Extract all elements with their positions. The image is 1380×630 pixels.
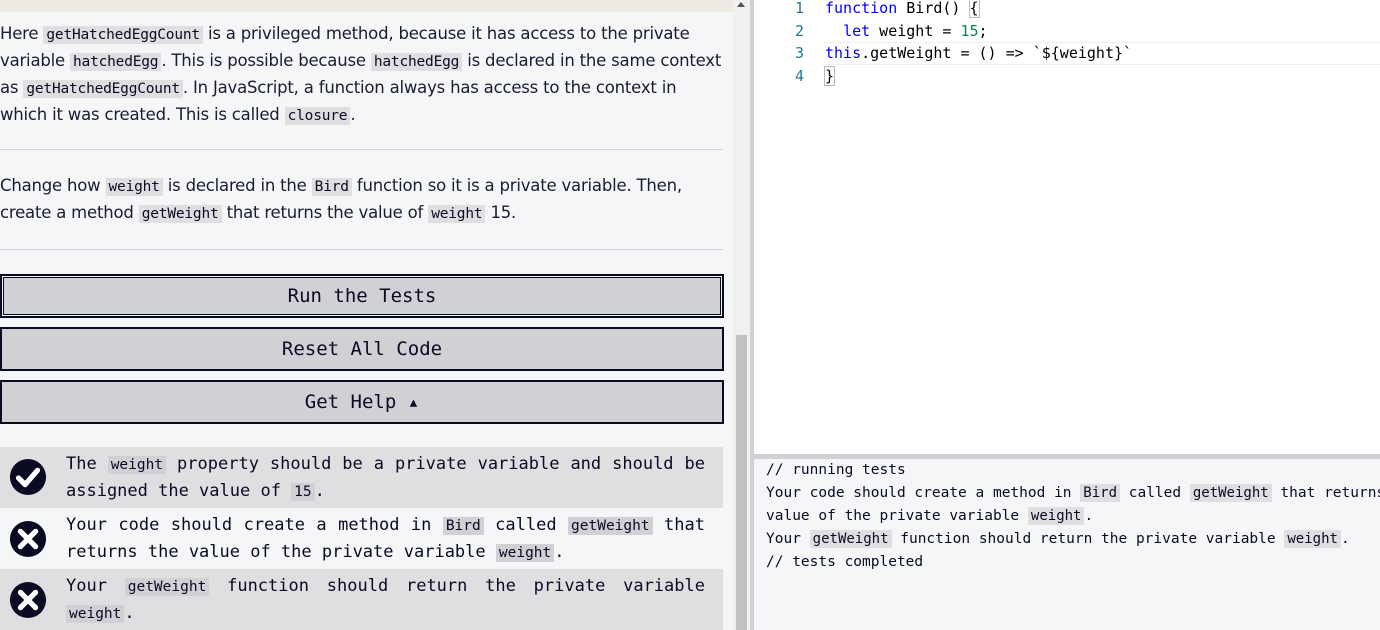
inline-code: getHatchedEggCount bbox=[43, 26, 203, 44]
text-span: . bbox=[554, 542, 565, 562]
text-span: . This is possible because bbox=[161, 51, 371, 70]
text-span: Your code should create a method in bbox=[66, 515, 443, 535]
text-span: Here bbox=[0, 24, 44, 43]
inline-code: weight bbox=[66, 605, 125, 623]
inline-code: Bird bbox=[311, 178, 352, 196]
text-span: Your bbox=[766, 531, 810, 547]
inline-code: closure bbox=[284, 107, 351, 125]
inline-code: hatchedEgg bbox=[370, 53, 463, 71]
code-editor[interactable]: 1 2 3 4 function Bird() { let weight = 15; th… bbox=[754, 0, 1380, 454]
console-line: Your code should create a method in Bird… bbox=[766, 482, 1380, 505]
instructions-panel: Here getHatchedEggCount is a privileged … bbox=[0, 0, 733, 630]
test-result-text: Your getWeight function should return th… bbox=[66, 573, 705, 627]
bracket-token: } bbox=[823, 66, 836, 86]
reset-code-button[interactable]: Reset All Code bbox=[0, 327, 724, 371]
text-span: Your code should create a method in bbox=[766, 485, 1081, 501]
text-span: called bbox=[1120, 485, 1190, 501]
inline-code: getWeight bbox=[1189, 484, 1272, 502]
test-result-text: Your code should create a method in Bird… bbox=[66, 512, 705, 566]
console-line: // tests completed bbox=[766, 551, 923, 574]
line-number: 1 bbox=[794, 0, 804, 17]
inline-code: hatchedEgg bbox=[70, 53, 162, 71]
text-span: . bbox=[1340, 531, 1350, 547]
code-line[interactable]: this.getWeight = () => `${weight}` bbox=[825, 42, 1132, 65]
scrollbar-thumb[interactable] bbox=[736, 335, 747, 630]
text-span: that returns the value of bbox=[221, 203, 429, 222]
inline-code: weight bbox=[107, 456, 167, 474]
inline-code: Bird bbox=[1080, 484, 1120, 502]
text-span: . bbox=[350, 105, 356, 124]
text-span: . bbox=[1084, 508, 1094, 524]
code-line[interactable]: } bbox=[823, 65, 836, 88]
console-line: Your getWeight function should return th… bbox=[766, 528, 1350, 551]
text-span: value of the private variable bbox=[766, 508, 1028, 524]
inline-code: weight bbox=[495, 544, 555, 562]
test-result-item: Your getWeight function should return th… bbox=[0, 569, 723, 630]
divider bbox=[0, 149, 723, 150]
inline-code: weight bbox=[428, 205, 486, 223]
instructions-paragraph-2: Change how weight is declared in the Bir… bbox=[0, 173, 723, 227]
inline-code: weight bbox=[105, 178, 163, 196]
text-span: that returns the bbox=[1280, 485, 1380, 501]
inline-code: getWeight bbox=[138, 205, 222, 223]
number-token: 15 bbox=[960, 22, 979, 40]
inline-code: 15 bbox=[291, 483, 315, 501]
code-token: ; bbox=[978, 22, 988, 40]
text-span: Change how bbox=[0, 176, 106, 195]
output-console: // running tests Your code should create … bbox=[754, 459, 1380, 630]
code-token: Bird() bbox=[897, 0, 970, 17]
keyword-token: function bbox=[825, 0, 898, 17]
text-span: function should return the private varia… bbox=[209, 576, 705, 596]
inline-code: getHatchedEggCount bbox=[23, 80, 183, 98]
left-panel-scrollbar[interactable] bbox=[733, 0, 750, 630]
console-line: value of the private variable weight. bbox=[766, 505, 1093, 528]
text-span: . bbox=[314, 481, 325, 501]
text-span: // running tests bbox=[766, 462, 906, 478]
inline-code: getWeight bbox=[568, 517, 653, 535]
console-line: // running tests bbox=[766, 459, 906, 482]
run-tests-button[interactable]: Run the Tests bbox=[0, 274, 724, 318]
get-help-button[interactable]: Get Help ▴ bbox=[0, 380, 724, 424]
text-span: // tests completed bbox=[766, 554, 924, 570]
panel-top-band bbox=[0, 0, 733, 12]
divider bbox=[0, 249, 723, 250]
test-result-item: The weight property should be a private … bbox=[0, 447, 723, 508]
line-number: 4 bbox=[794, 67, 804, 85]
code-line[interactable]: function Bird() { bbox=[825, 0, 980, 20]
instructions-paragraph-1: Here getHatchedEggCount is a privileged … bbox=[0, 21, 723, 129]
code-token: .getWeight = () => `${weight}` bbox=[861, 44, 1133, 62]
inline-code: Bird bbox=[442, 517, 484, 535]
inline-code: weight bbox=[1027, 507, 1085, 525]
text-span: is declared in the bbox=[162, 176, 312, 195]
code-token: weight = bbox=[870, 22, 961, 40]
bracket-token: { bbox=[968, 0, 980, 18]
line-number: 3 bbox=[794, 44, 804, 62]
inline-code: getWeight bbox=[809, 530, 892, 548]
text-span: 15. bbox=[485, 203, 517, 222]
scroll-up-arrow-icon[interactable] bbox=[737, 2, 745, 7]
check-circle-icon bbox=[9, 458, 47, 496]
text-span: Your bbox=[66, 576, 125, 596]
text-span: function should return the private varia… bbox=[891, 531, 1285, 547]
x-circle-icon bbox=[9, 520, 47, 558]
text-span: called bbox=[483, 515, 569, 535]
code-line[interactable]: let weight = 15; bbox=[825, 20, 988, 43]
keyword-token: let bbox=[843, 22, 871, 40]
inline-code: weight bbox=[1284, 530, 1341, 548]
x-circle-icon bbox=[9, 581, 47, 619]
test-result-text: The weight property should be a private … bbox=[66, 451, 705, 505]
line-number: 2 bbox=[794, 22, 804, 40]
test-result-item: Your code should create a method in Bird… bbox=[0, 508, 723, 569]
text-span: The bbox=[66, 454, 108, 474]
keyword-token: this bbox=[825, 44, 862, 62]
inline-code: getWeight bbox=[124, 578, 210, 596]
text-span: . bbox=[124, 603, 135, 623]
